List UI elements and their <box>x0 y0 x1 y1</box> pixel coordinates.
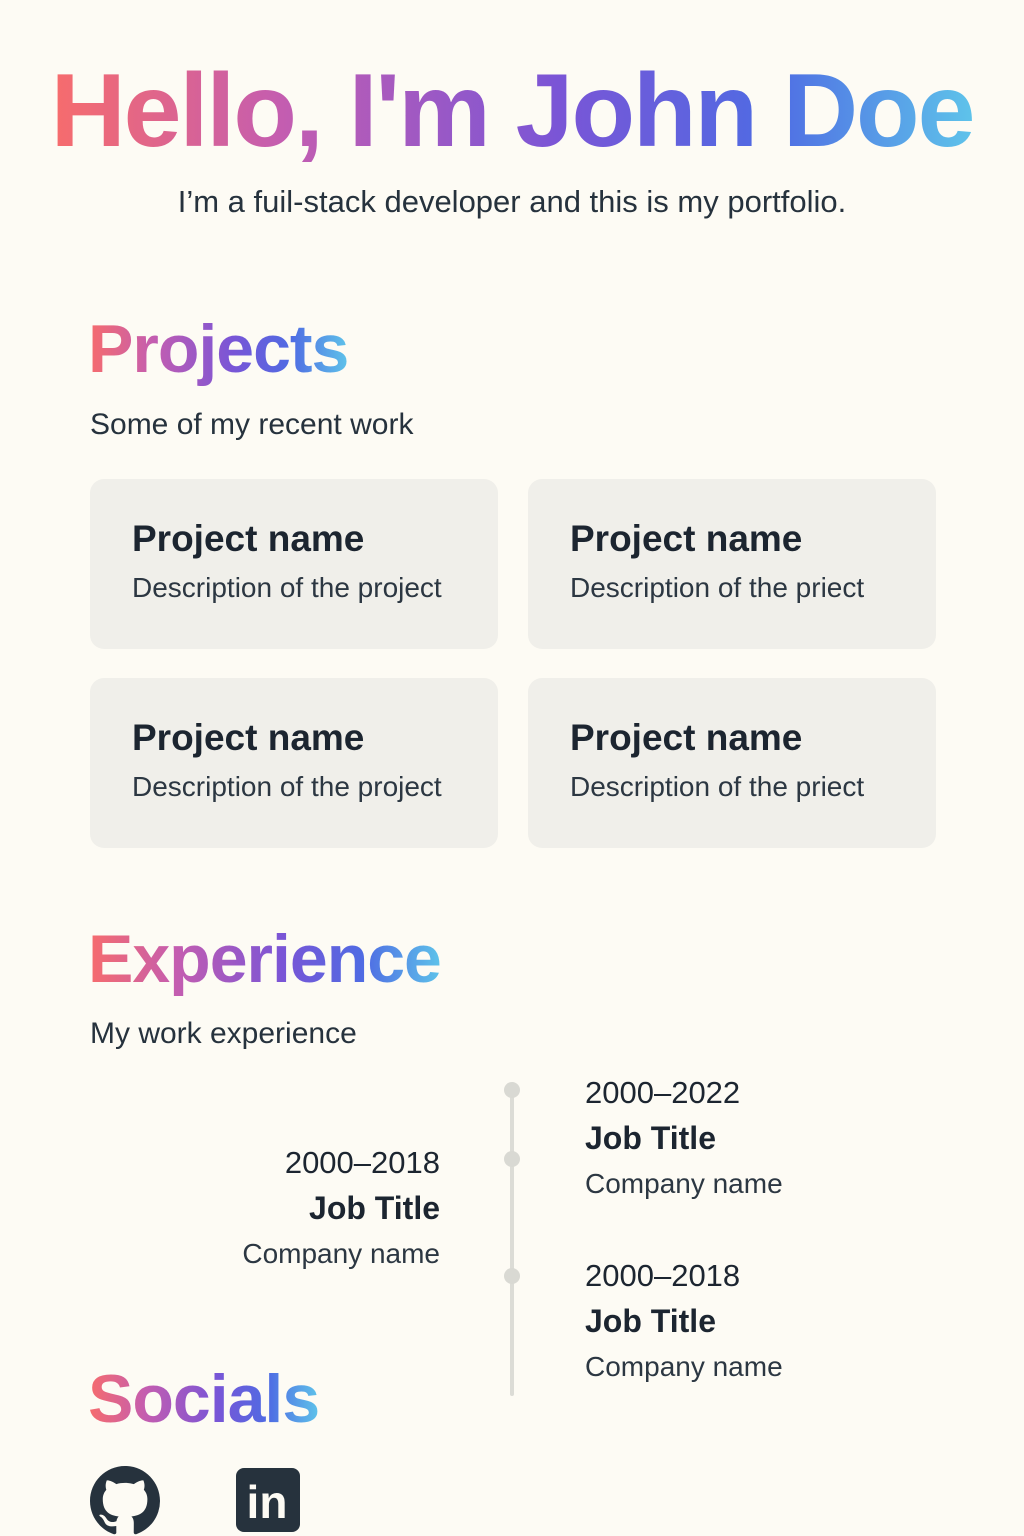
project-name: Project name <box>132 518 365 559</box>
experience-job-title: Job Title <box>585 1303 716 1339</box>
experience-entry: 2000–2018 Job Title Company name <box>90 1147 440 1268</box>
project-description: Description of the project <box>132 770 442 802</box>
timeline-dot <box>504 1151 520 1167</box>
github-link[interactable] <box>90 1466 160 1536</box>
experience-company: Company name <box>585 1351 783 1382</box>
linkedin-logo-text: in <box>247 1476 288 1528</box>
project-name: Project name <box>570 717 803 758</box>
project-card[interactable]: Project name Description of the project <box>90 479 498 649</box>
hero-title-text: Hello, I'm John Doe <box>51 52 976 172</box>
experience-subtitle: My work experience <box>90 1017 357 1050</box>
linkedin-link[interactable]: in <box>236 1468 300 1536</box>
experience-entry: 2000–2022 Job Title Company name <box>585 1077 783 1198</box>
project-card[interactable]: Project name Description of the priect <box>528 678 936 848</box>
experience-years: 2000–2022 <box>585 1075 741 1110</box>
experience-years: 2000–2018 <box>585 1258 741 1293</box>
github-icon <box>90 1466 160 1535</box>
experience-company: Company name <box>585 1168 783 1199</box>
experience-company: Company name <box>242 1238 440 1269</box>
hero-subtitle: I’m a fuil-stack developer and this is m… <box>177 184 847 219</box>
timeline-dot <box>504 1082 520 1098</box>
timeline-dot <box>504 1268 520 1284</box>
portfolio-page: Hello, I'm John Doe I’m a fuil-stack dev… <box>0 0 1024 1536</box>
linkedin-icon: in <box>236 1468 300 1532</box>
project-description: Description of the project <box>132 571 442 603</box>
timeline-line <box>510 1088 514 1396</box>
projects-subtitle: Some of my recent work <box>90 408 414 441</box>
project-description: Description of the priect <box>570 571 865 603</box>
projects-title: Projects <box>88 311 349 387</box>
project-description: Description of the priect <box>570 770 865 802</box>
project-name: Project name <box>570 518 803 559</box>
project-name: Project name <box>132 717 365 758</box>
experience-title: Experience <box>88 921 442 997</box>
socials-title: Socials <box>88 1361 320 1437</box>
experience-entry: 2000–2018 Job Title Company name <box>585 1260 783 1381</box>
experience-job-title: Job Title <box>585 1120 716 1156</box>
hero-title: Hello, I'm John Doe <box>0 52 1024 172</box>
experience-job-title: Job Title <box>309 1190 440 1226</box>
project-card[interactable]: Project name Description of the project <box>90 678 498 848</box>
experience-years: 2000–2018 <box>284 1145 440 1180</box>
project-card[interactable]: Project name Description of the priect <box>528 479 936 649</box>
